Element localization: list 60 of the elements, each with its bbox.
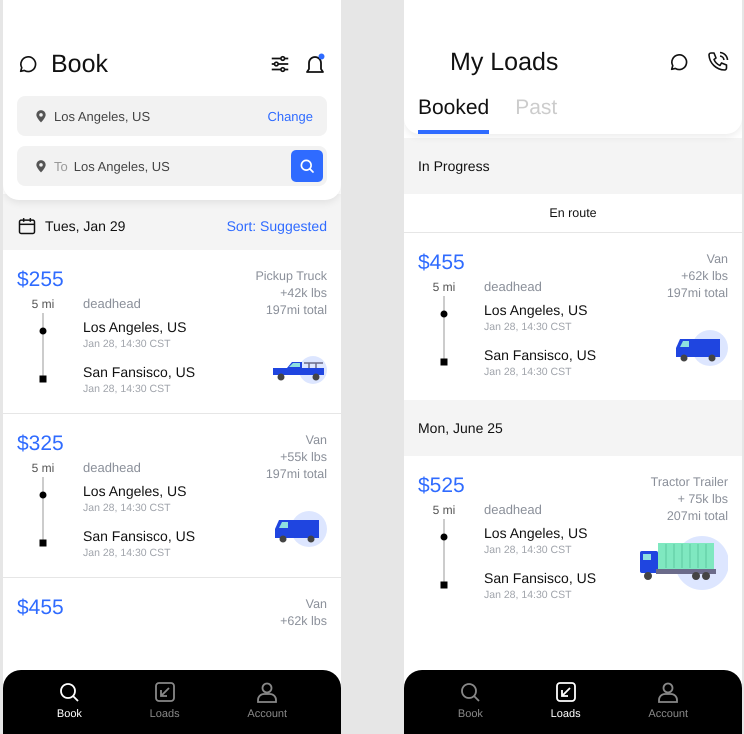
load-price: $455 bbox=[418, 251, 466, 275]
change-link[interactable]: Change bbox=[267, 108, 323, 124]
load-price: $255 bbox=[17, 268, 65, 292]
deadhead-distance: 5 mi bbox=[432, 280, 456, 294]
nav-tab[interactable]: Book bbox=[56, 680, 82, 720]
stop-time: Jan 28, 14:30 CST bbox=[83, 338, 172, 350]
section-header: In Progress bbox=[418, 158, 490, 174]
deadhead-distance: 5 mi bbox=[30, 297, 56, 311]
total-distance: 197mi total bbox=[666, 285, 728, 302]
load-weight: +55k lbs bbox=[280, 449, 327, 466]
stop-time: Jan 28, 14:30 CST bbox=[484, 321, 573, 333]
vehicle-type: Tractor Trailer bbox=[650, 474, 728, 491]
stop-city: Los Angeles, US bbox=[484, 525, 589, 541]
screen-title: My Loads bbox=[450, 48, 558, 76]
origin-field[interactable]: Los Angeles, US Change bbox=[17, 96, 327, 136]
vehicle-type: Van bbox=[306, 432, 327, 449]
deadhead-distance: 5 mi bbox=[432, 503, 456, 517]
load-weight: +42k lbs bbox=[280, 285, 327, 302]
status-label: En route bbox=[549, 206, 597, 220]
stop-city: San Fansisco, US bbox=[83, 364, 196, 380]
stop-time: Jan 28, 14:30 CST bbox=[484, 544, 573, 556]
load-price: $525 bbox=[418, 474, 466, 498]
screen-title: Book bbox=[51, 50, 108, 78]
load-weight: + 75k lbs bbox=[678, 491, 728, 508]
stop-city: San Fansisco, US bbox=[484, 347, 596, 363]
nav-tab[interactable]: Account bbox=[648, 680, 688, 720]
load-price: $325 bbox=[17, 432, 65, 456]
load-price: $455 bbox=[17, 596, 65, 620]
stop-time: Jan 28, 14:30 CST bbox=[83, 547, 172, 559]
total-distance: 197mi total bbox=[266, 466, 327, 483]
stop-city: Los Angeles, US bbox=[83, 319, 188, 335]
total-distance: 207mi total bbox=[666, 508, 728, 525]
nav-tab[interactable]: Loads bbox=[150, 680, 180, 720]
load-weight: +62k lbs bbox=[681, 268, 728, 285]
deadhead-label: deadhead bbox=[484, 502, 542, 517]
deadhead-label: deadhead bbox=[83, 460, 141, 475]
destination-field[interactable]: To Los Angeles, US bbox=[17, 146, 327, 186]
stop-city: San Fansisco, US bbox=[83, 528, 196, 544]
vehicle-type: Van bbox=[706, 251, 728, 268]
deadhead-label: deadhead bbox=[83, 296, 141, 311]
deadhead-label: deadhead bbox=[484, 279, 542, 294]
nav-tab[interactable]: Account bbox=[247, 680, 288, 720]
stop-city: San Fansisco, US bbox=[484, 570, 596, 586]
stop-city: Los Angeles, US bbox=[83, 483, 188, 499]
tab[interactable]: Booked bbox=[418, 96, 490, 134]
stop-time: Jan 28, 14:30 CST bbox=[83, 383, 172, 395]
vehicle-type: Pickup Truck bbox=[255, 268, 327, 285]
total-distance: 197mi total bbox=[266, 302, 327, 319]
load-weight: +62k lbs bbox=[280, 613, 327, 630]
section-header: Mon, June 25 bbox=[418, 420, 503, 436]
stop-time: Jan 28, 14:30 CST bbox=[83, 502, 172, 514]
nav-tab[interactable]: Book bbox=[458, 680, 483, 720]
stop-time: Jan 28, 14:30 CST bbox=[484, 589, 573, 601]
date-label: Tues, Jan 29 bbox=[45, 218, 126, 234]
sort-link[interactable]: Sort: Suggested bbox=[226, 218, 327, 234]
stop-city: Los Angeles, US bbox=[484, 302, 589, 318]
deadhead-distance: 5 mi bbox=[30, 461, 56, 475]
vehicle-type: Van bbox=[306, 596, 327, 613]
stop-time: Jan 28, 14:30 CST bbox=[484, 366, 573, 378]
nav-tab[interactable]: Loads bbox=[550, 680, 581, 720]
